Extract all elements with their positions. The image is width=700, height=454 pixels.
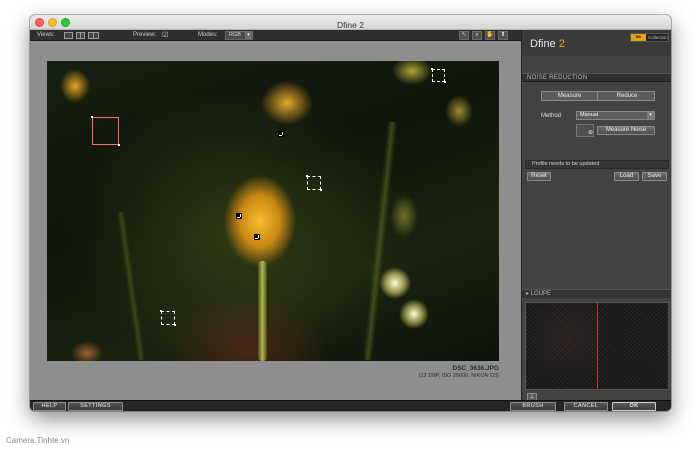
side-by-side-view-icon[interactable] [88,32,99,39]
hand-pan-icon[interactable]: ✋ [485,31,495,40]
measure-reduce-toggle: Measure Reduce [541,91,655,101]
control-point-icon[interactable] [278,131,284,137]
single-view-icon[interactable] [64,32,73,39]
view-toolbar: Views: Preview: ☑ Modes: RGB ▾ ↖ ⌕ ✋ ⬆ [30,30,521,41]
zoom-icon[interactable]: ⌕ [472,31,482,40]
right-panel: Dfine 2 Nik Collection NOISE REDUCTION M… [521,30,671,401]
save-button[interactable]: Save [642,172,667,181]
chevron-down-icon: ▾ [245,32,252,39]
close-window-button[interactable] [35,18,44,27]
file-metadata: (12.1MP, ISO 25600, NIKON D3) [418,373,499,379]
app-version: 2 [558,38,565,50]
tab-measure[interactable]: Measure [542,92,598,100]
title-bar: Dfine 2 [30,15,671,30]
method-select[interactable]: Manual ▾ [576,111,655,120]
noise-reduction-header: NOISE REDUCTION [522,73,671,82]
photo-preview[interactable] [47,61,499,361]
app-name: Dfine [530,38,556,50]
maximize-window-button[interactable] [61,18,70,27]
image-canvas-area: DSC_3636.JPG (12.1MP, ISO 25600, NIKON D… [30,41,521,400]
help-button[interactable]: HELP [33,402,66,411]
mode-value: RGB [229,32,241,38]
control-point-icon[interactable] [236,213,242,219]
bottom-bar: HELP SETTINGS BRUSH CANCEL OK [30,400,671,411]
loupe-preview[interactable] [525,302,669,390]
collection-label: Collection [648,35,668,40]
loupe-title: LOUPE [530,291,552,297]
loupe-header[interactable]: ▸ LOUPE [522,289,671,298]
sample-dot-icon: ⊕ [588,130,594,136]
panel-header: Dfine 2 Nik Collection [522,30,671,56]
dfine-window: Dfine 2 Views: Preview: ☑ Modes: RGB ▾ ↖… [30,15,671,411]
app-title: Dfine 2 [530,38,565,50]
preview-label: Preview: [133,32,157,38]
nik-collection-logo: Nik Collection [630,33,669,42]
noise-sample-box[interactable] [306,175,322,191]
control-point-icon[interactable] [254,234,260,240]
split-view-icon[interactable] [76,32,85,39]
tab-reduce[interactable]: Reduce [599,92,655,100]
minimize-window-button[interactable] [48,18,57,27]
preview-checkbox-icon[interactable]: ☑ [162,32,168,39]
collapse-arrow-icon: ▸ [526,291,530,297]
noise-sample-box[interactable] [431,68,446,83]
cancel-button[interactable]: CANCEL [564,402,608,411]
loupe-split-line[interactable] [597,303,598,389]
blurred-stem [362,121,398,361]
profile-status-message: Profile needs to be updated [525,160,669,169]
pin-icon[interactable]: ⬆ [498,31,508,40]
ok-button[interactable]: OK [612,402,656,411]
nik-logo-icon: Nik [631,34,646,41]
mode-select[interactable]: RGB ▾ [225,31,253,40]
active-noise-sample-box[interactable] [91,116,120,146]
settings-button[interactable]: SETTINGS [68,402,123,411]
file-name: DSC_3636.JPG [452,365,499,372]
chevron-down-icon: ▾ [647,112,654,119]
add-sample-icon[interactable]: ⊕ [576,124,594,137]
brush-button[interactable]: BRUSH [510,402,556,411]
watermark: Camera.Tinhte.vn [6,436,70,445]
measure-noise-button[interactable]: Measure Noise [597,126,655,135]
method-value: Manual [580,112,599,118]
flower-stem [258,261,267,361]
window-title: Dfine 2 [337,20,364,30]
views-label: Views: [37,32,55,38]
noise-sample-box[interactable] [160,310,176,326]
method-label: Method [541,113,562,119]
reset-button[interactable]: Reset [527,172,551,181]
modes-label: Modes: [198,32,218,38]
file-info: DSC_3636.JPG (12.1MP, ISO 25600, NIKON D… [419,365,499,380]
load-button[interactable]: Load [614,172,639,181]
arrow-select-icon[interactable]: ↖ [459,31,469,40]
blurred-stem [116,211,146,361]
